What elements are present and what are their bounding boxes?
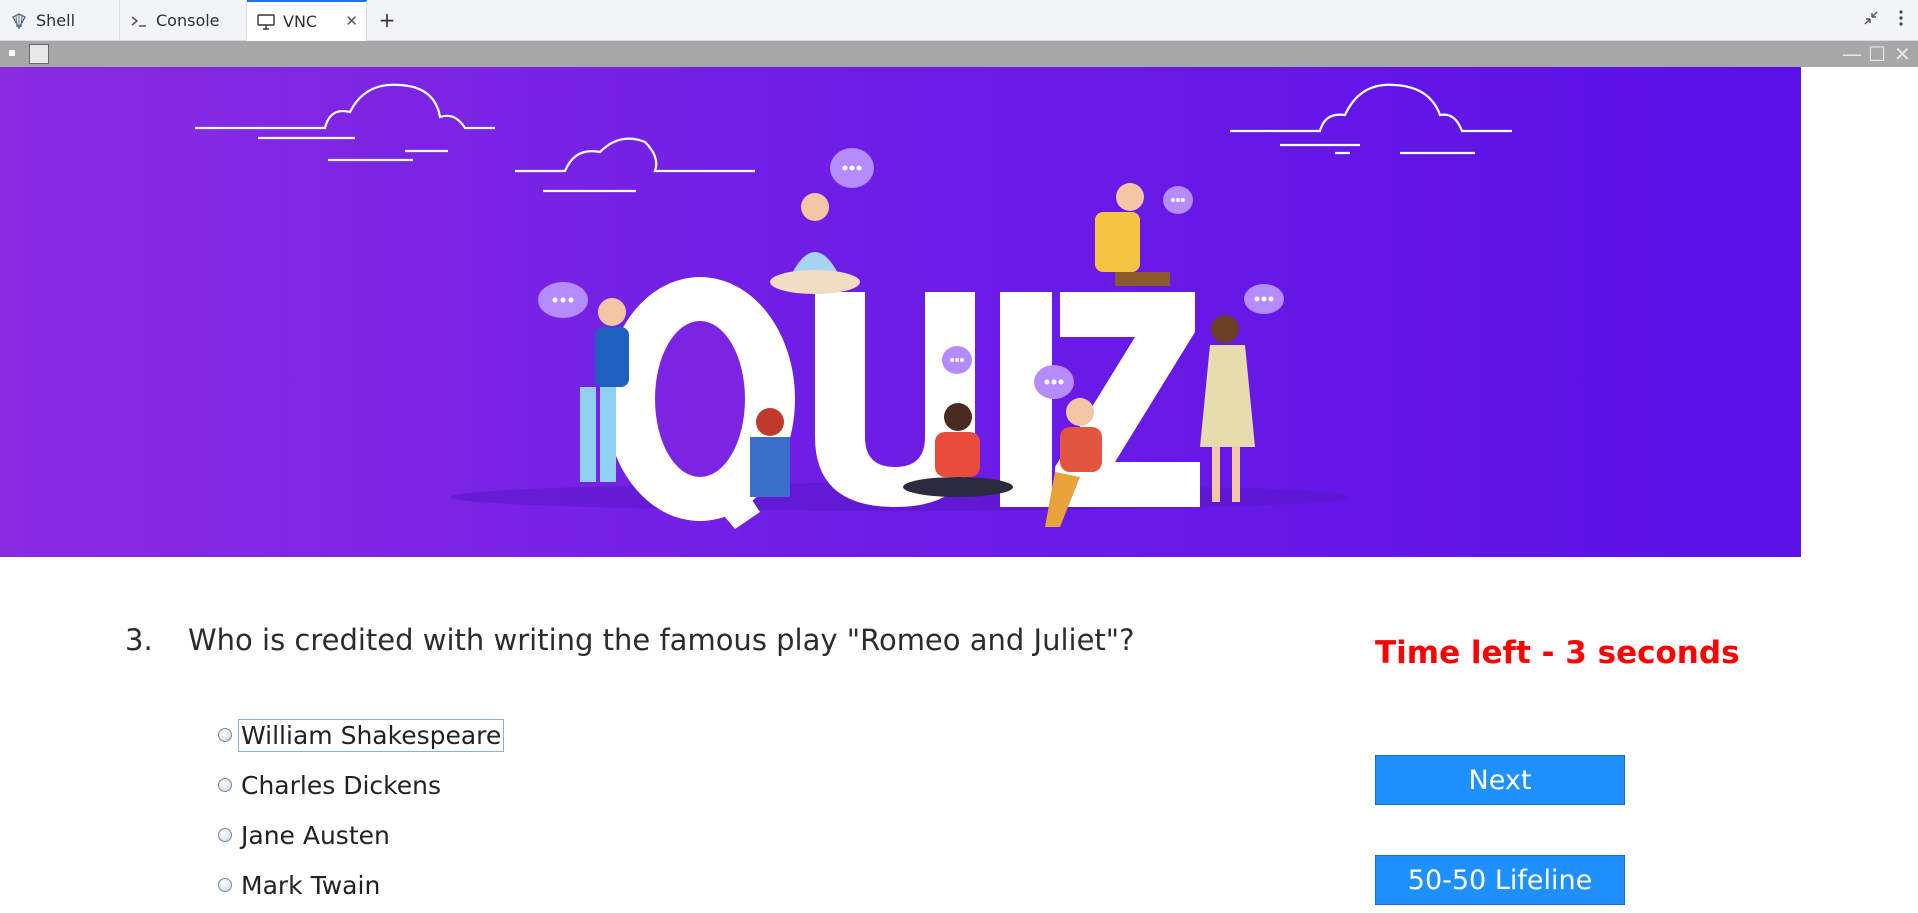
tab-shell[interactable]: Shell	[0, 0, 120, 41]
question-label: Who is credited with writing the famous …	[188, 623, 1135, 657]
add-tab-button[interactable]: +	[367, 0, 407, 40]
tab-vnc[interactable]: VNC ✕	[247, 0, 367, 41]
terminal-icon	[130, 12, 148, 30]
option-2[interactable]: Charles Dickens	[218, 770, 444, 800]
maximize-icon[interactable]: ☐	[1868, 44, 1886, 64]
close-window-icon[interactable]: ✕	[1894, 44, 1911, 64]
tab-console-label: Console	[156, 11, 220, 30]
quiz-banner	[0, 67, 1801, 557]
banner-illustration	[195, 83, 1512, 529]
option-3[interactable]: Jane Austen	[218, 820, 393, 850]
radio-button[interactable]	[218, 828, 232, 842]
tab-bar: Shell Console VNC ✕ +	[0, 0, 1918, 41]
quiz-word	[605, 277, 1200, 529]
collapse-icon[interactable]	[1862, 9, 1880, 31]
question-number: 3.	[125, 623, 153, 657]
vnc-window-bar: — ☐ ✕	[0, 41, 1918, 67]
question-text: 3. Who is credited with writing the famou…	[125, 623, 1135, 657]
lifeline-button[interactable]: 50-50 Lifeline	[1375, 855, 1625, 905]
timer-label: Time left - 3 seconds	[1375, 635, 1740, 671]
option-label: William Shakespeare	[238, 718, 505, 752]
next-button[interactable]: Next	[1375, 755, 1625, 805]
option-4[interactable]: Mark Twain	[218, 870, 383, 900]
tab-console[interactable]: Console	[120, 0, 247, 41]
minimize-icon[interactable]: —	[1842, 44, 1862, 64]
option-label: Mark Twain	[241, 870, 381, 900]
more-menu-icon[interactable]	[1898, 9, 1904, 31]
option-label: Charles Dickens	[241, 770, 441, 800]
monitor-icon	[257, 13, 275, 31]
window-menu-icon[interactable]	[9, 50, 15, 56]
close-tab-icon[interactable]: ✕	[345, 12, 358, 30]
radio-button[interactable]	[218, 878, 232, 892]
radio-button[interactable]	[218, 778, 232, 792]
option-label: Jane Austen	[241, 820, 390, 850]
tab-shell-label: Shell	[36, 11, 76, 30]
radio-button[interactable]	[218, 728, 232, 742]
quiz-app: 3. Who is credited with writing the famou…	[0, 67, 1918, 913]
shell-icon	[10, 12, 28, 30]
tab-vnc-label: VNC	[283, 12, 318, 31]
plus-icon: +	[378, 8, 396, 32]
tabbar-controls	[1862, 0, 1918, 40]
java-app-icon	[29, 44, 49, 64]
option-1[interactable]: William Shakespeare	[218, 718, 505, 752]
